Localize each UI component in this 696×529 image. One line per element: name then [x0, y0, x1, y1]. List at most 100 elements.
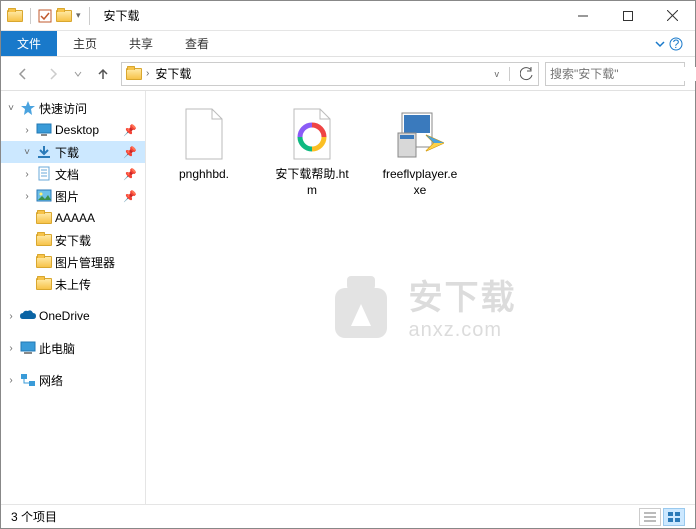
sidebar-item-label: 文档	[55, 166, 79, 183]
pin-icon: 📌	[123, 190, 137, 203]
sidebar-item-label: AAAAA	[55, 211, 95, 225]
ribbon: 文件 主页 共享 查看 ?	[1, 31, 695, 57]
sidebar-item-downloads[interactable]: ˅ 下载 📌	[1, 141, 145, 163]
tab-share[interactable]: 共享	[113, 31, 169, 56]
sidebar-item-label: 安下载	[55, 232, 91, 249]
expand-icon[interactable]: ›	[5, 311, 17, 322]
address-bar: › 安下载 v	[1, 57, 695, 91]
sidebar-item-documents[interactable]: › 文档 📌	[1, 163, 145, 185]
folder-icon	[35, 234, 53, 246]
collapse-icon[interactable]: ˅	[21, 147, 33, 158]
maximize-button[interactable]	[605, 1, 650, 31]
separator	[89, 7, 90, 25]
back-button[interactable]	[11, 62, 35, 86]
sidebar-item-label: 下载	[55, 144, 79, 161]
file-blank-icon	[180, 105, 228, 163]
folder-icon	[35, 212, 53, 224]
view-details-button[interactable]	[639, 508, 661, 526]
pin-icon: 📌	[123, 124, 137, 137]
checkbox-icon[interactable]	[38, 9, 52, 23]
sidebar-item-label: 快速访问	[39, 100, 87, 117]
view-icons-button[interactable]	[663, 508, 685, 526]
pictures-icon	[35, 189, 53, 203]
desktop-icon	[35, 123, 53, 137]
file-label: freeflvplayer.exe	[380, 167, 460, 198]
sidebar-item-pictures[interactable]: › 图片 📌	[1, 185, 145, 207]
app-folder-icon	[7, 10, 23, 22]
folder-icon	[35, 256, 53, 268]
sidebar-item-label: 未上传	[55, 276, 91, 293]
tab-view[interactable]: 查看	[169, 31, 225, 56]
watermark-cn: 安下载	[409, 270, 517, 319]
window-controls	[560, 1, 695, 31]
sidebar-item-label: 图片管理器	[55, 254, 115, 271]
watermark-en: anxz.com	[409, 319, 517, 342]
titlebar: ▾ 安下载	[1, 1, 695, 31]
explorer-body: ˅ 快速访问 › Desktop 📌 ˅ 下载 📌 › 文档 📌 › 图片 📌	[1, 91, 695, 504]
sidebar-item-label: 图片	[55, 188, 79, 205]
expand-icon[interactable]: ›	[5, 375, 17, 386]
refresh-icon[interactable]	[520, 67, 534, 81]
tab-home[interactable]: 主页	[57, 31, 113, 56]
collapse-icon[interactable]: ˅	[5, 103, 17, 114]
star-icon	[19, 100, 37, 116]
expand-icon[interactable]: ›	[21, 125, 33, 136]
minimize-button[interactable]	[560, 1, 605, 31]
navigation-pane: ˅ 快速访问 › Desktop 📌 ˅ 下载 📌 › 文档 📌 › 图片 📌	[1, 91, 146, 504]
pin-icon: 📌	[123, 168, 137, 181]
forward-button[interactable]	[41, 62, 65, 86]
svg-text:?: ?	[673, 37, 680, 51]
file-item[interactable]: freeflvplayer.exe	[380, 105, 460, 198]
file-label: 安下载帮助.htm	[272, 167, 352, 198]
qat-dropdown-icon[interactable]: ▾	[76, 10, 81, 21]
sidebar-item-folder[interactable]: 安下载	[1, 229, 145, 251]
downloads-icon	[35, 145, 53, 159]
file-pane[interactable]: pnghhbd. 安下载帮助.htm	[146, 91, 695, 504]
qat: ▾ 安下载	[1, 7, 140, 25]
statusbar: 3 个项目	[1, 504, 695, 528]
sidebar-item-label: 网络	[39, 372, 63, 389]
onedrive-icon	[19, 310, 37, 322]
chevron-right-icon[interactable]: ›	[146, 68, 149, 79]
file-item[interactable]: 安下载帮助.htm	[272, 105, 352, 198]
close-button[interactable]	[650, 1, 695, 31]
sidebar-network[interactable]: › 网络	[1, 369, 145, 391]
breadcrumb-folder-icon	[126, 68, 142, 80]
sidebar-item-desktop[interactable]: › Desktop 📌	[1, 119, 145, 141]
sidebar-quick-access[interactable]: ˅ 快速访问	[1, 97, 145, 119]
view-switcher	[639, 508, 685, 526]
help-icon[interactable]: ?	[669, 37, 683, 51]
history-dropdown-icon[interactable]: v	[495, 69, 500, 79]
watermark: 安下载 anxz.com	[325, 266, 517, 346]
file-item[interactable]: pnghhbd.	[164, 105, 244, 183]
folder-icon	[35, 278, 53, 290]
file-htm-icon	[288, 105, 336, 163]
document-icon	[35, 166, 53, 182]
file-exe-icon	[396, 105, 444, 163]
window-title: 安下载	[104, 7, 140, 24]
separator	[509, 67, 510, 81]
breadcrumb[interactable]: › 安下载 v	[121, 62, 539, 86]
ribbon-expand[interactable]: ?	[642, 31, 695, 56]
sidebar-item-folder[interactable]: AAAAA	[1, 207, 145, 229]
expand-icon[interactable]: ›	[21, 169, 33, 180]
pin-icon: 📌	[123, 146, 137, 159]
sidebar-item-label: OneDrive	[39, 309, 90, 323]
search-field[interactable]	[550, 67, 696, 81]
tab-file[interactable]: 文件	[1, 31, 57, 56]
search-input[interactable]	[545, 62, 685, 86]
expand-icon[interactable]: ›	[21, 191, 33, 202]
sidebar-item-folder[interactable]: 图片管理器	[1, 251, 145, 273]
sidebar-item-label: 此电脑	[39, 340, 75, 357]
sidebar-thispc[interactable]: › 此电脑	[1, 337, 145, 359]
status-count: 3 个项目	[11, 508, 57, 525]
thispc-icon	[19, 341, 37, 355]
up-button[interactable]	[91, 62, 115, 86]
sidebar-onedrive[interactable]: › OneDrive	[1, 305, 145, 327]
recent-dropdown[interactable]	[71, 62, 85, 86]
expand-icon[interactable]: ›	[5, 343, 17, 354]
breadcrumb-item[interactable]: 安下载	[153, 65, 193, 82]
sidebar-item-folder[interactable]: 未上传	[1, 273, 145, 295]
qat-folder-icon[interactable]	[56, 10, 72, 22]
network-icon	[19, 373, 37, 387]
